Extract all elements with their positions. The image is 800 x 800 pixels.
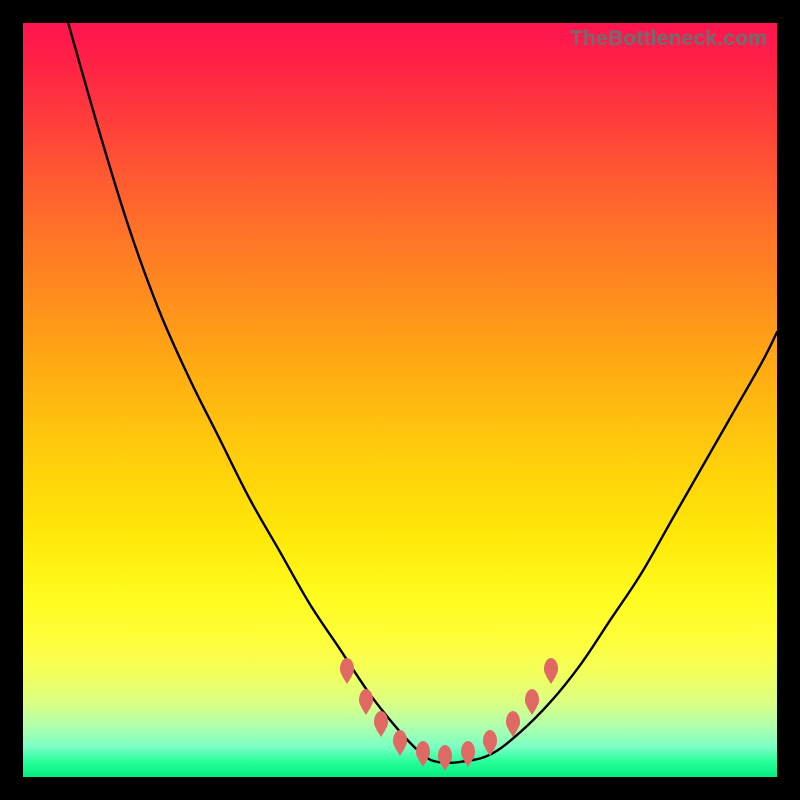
curve-path [68,23,777,763]
chart-frame: TheBottleneck.com [0,0,800,800]
plot-area: TheBottleneck.com [23,23,777,777]
bottleneck-curve [23,23,777,777]
